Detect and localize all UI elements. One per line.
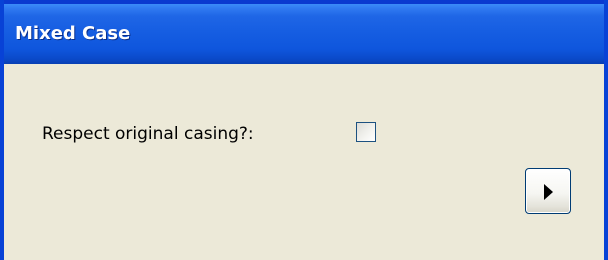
title-bar[interactable]: Mixed Case: [4, 0, 604, 64]
play-right-arrow-icon: [544, 184, 553, 200]
dialog-body: Respect original casing?:: [4, 64, 604, 260]
respect-casing-label: Respect original casing?:: [42, 124, 254, 144]
respect-casing-checkbox[interactable]: [356, 122, 376, 142]
window-title: Mixed Case: [15, 23, 131, 44]
next-button[interactable]: [525, 168, 571, 214]
dialog-window: Mixed Case Respect original casing?:: [0, 0, 608, 260]
